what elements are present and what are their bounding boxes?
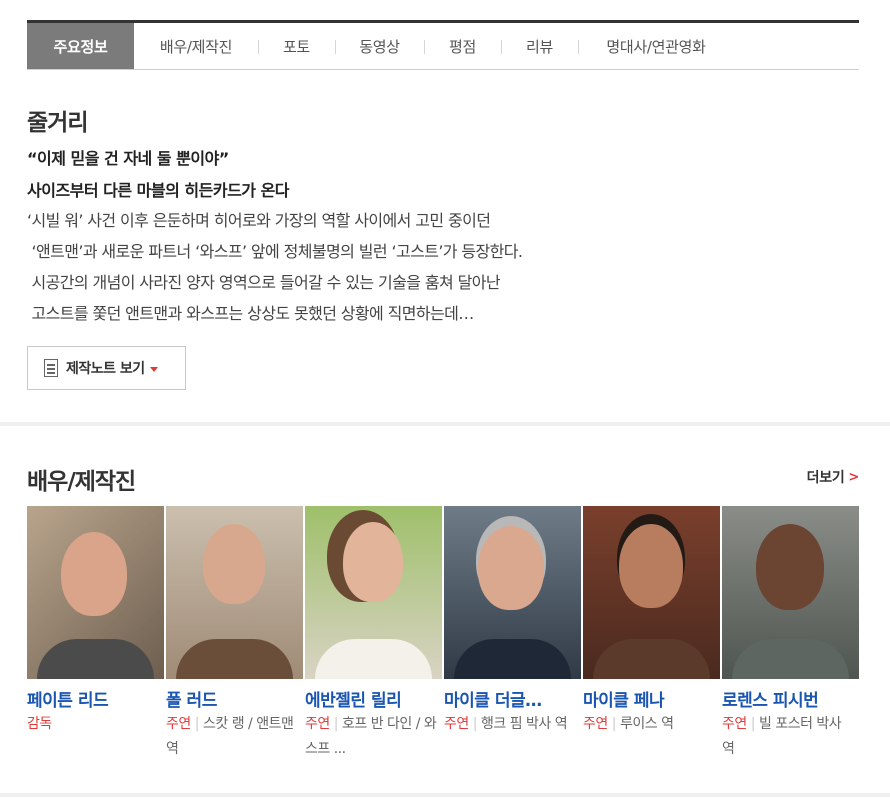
chevron-right-icon: > <box>848 469 859 485</box>
cast-role: 주연 | 호프 반 다인 / 와스프 ... <box>305 716 437 757</box>
cast-type: 주연 <box>166 716 191 732</box>
cast-photo <box>722 506 859 679</box>
tab-photo[interactable]: 포토 <box>258 23 335 69</box>
tab-video[interactable]: 동영상 <box>335 23 424 69</box>
tab-quotes-related[interactable]: 명대사/연관영화 <box>578 23 734 69</box>
tab-review[interactable]: 리뷰 <box>501 23 578 69</box>
cast-type: 주연 <box>444 716 469 732</box>
cast-role: 주연 | 행크 핌 박사 역 <box>444 716 568 732</box>
cast-list: 페이튼 리드 감독 폴 러드 주연 | 스캇 랭 / 앤트맨 역 에반젤린 릴리 주… <box>27 506 861 762</box>
tab-bar: 주요정보 배우/제작진 포토 동영상 평점 리뷰 명대사/연관영화 <box>27 20 859 70</box>
cast-role: 주연 | 스캇 랭 / 앤트맨 역 <box>166 716 294 757</box>
caret-down-icon <box>149 366 158 372</box>
cast-character: 행크 핌 박사 역 <box>480 716 568 732</box>
synopsis-body: ‘시빌 워’ 사건 이후 은둔하며 히어로와 가장의 역할 사이에서 고민 중이… <box>27 205 523 329</box>
cast-name[interactable]: 로렌스 피시번 <box>722 686 852 711</box>
cast-type: 주연 <box>722 716 747 732</box>
cast-role: 감독 <box>27 712 159 737</box>
cast-photo <box>444 506 581 679</box>
cast-photo <box>166 506 303 679</box>
cast-card[interactable]: 에반젤린 릴리 주연 | 호프 반 다인 / 와스프 ... <box>305 506 444 762</box>
synopsis-tagline-1: “이제 믿을 건 자네 둘 뿐이야” <box>27 149 229 168</box>
cast-card[interactable]: 페이튼 리드 감독 <box>27 506 166 762</box>
cast-photo <box>27 506 164 679</box>
section-divider <box>0 793 890 797</box>
cast-name[interactable]: 폴 러드 <box>166 686 296 711</box>
tab-cast-crew[interactable]: 배우/제작진 <box>134 23 258 69</box>
production-note-label: 제작노트 보기 <box>66 361 145 377</box>
more-label: 더보기 <box>806 470 845 486</box>
cast-card[interactable]: 폴 러드 주연 | 스캇 랭 / 앤트맨 역 <box>166 506 305 762</box>
cast-role: 주연 | 빌 포스터 박사 역 <box>722 716 842 757</box>
cast-card[interactable]: 마이클 더글… 주연 | 행크 핌 박사 역 <box>444 506 583 762</box>
tab-main-info[interactable]: 주요정보 <box>27 23 134 69</box>
document-icon <box>44 359 58 377</box>
more-link[interactable]: 더보기 > <box>806 467 860 487</box>
section-divider <box>0 422 890 426</box>
cast-heading: 배우/제작진 <box>27 469 136 495</box>
cast-card[interactable]: 마이클 페나 주연 | 루이스 역 <box>583 506 722 762</box>
cast-type: 주연 <box>583 716 608 732</box>
production-note-button[interactable]: 제작노트 보기 <box>27 346 186 390</box>
synopsis-line: 고스트를 쫓던 앤트맨과 와스프는 상상도 못했던 상황에 직면하는데… <box>27 304 474 323</box>
cast-type: 감독 <box>27 716 52 732</box>
synopsis-tagline-2: 사이즈부터 다른 마블의 히든카드가 온다 <box>27 181 290 200</box>
cast-photo <box>583 506 720 679</box>
synopsis-line: ‘앤트맨’과 새로운 파트너 ‘와스프’ 앞에 정체불명의 빌런 ‘고스트’가 … <box>27 242 523 261</box>
tab-rating[interactable]: 평점 <box>424 23 501 69</box>
synopsis-line: ‘시빌 워’ 사건 이후 은둔하며 히어로와 가장의 역할 사이에서 고민 중이… <box>27 211 491 230</box>
cast-name[interactable]: 페이튼 리드 <box>27 686 157 711</box>
synopsis-line: 시공간의 개념이 사라진 양자 영역으로 들어갈 수 있는 기술을 훔쳐 달아난 <box>27 273 500 292</box>
cast-photo <box>305 506 442 679</box>
cast-name[interactable]: 에반젤린 릴리 <box>305 686 435 711</box>
cast-type: 주연 <box>305 716 330 732</box>
synopsis-heading: 줄거리 <box>27 110 88 136</box>
cast-name[interactable]: 마이클 더글… <box>444 686 574 711</box>
cast-card[interactable]: 로렌스 피시번 주연 | 빌 포스터 박사 역 <box>722 506 861 762</box>
cast-name[interactable]: 마이클 페나 <box>583 686 713 711</box>
cast-role: 주연 | 루이스 역 <box>583 716 674 732</box>
cast-character: 루이스 역 <box>619 716 674 732</box>
